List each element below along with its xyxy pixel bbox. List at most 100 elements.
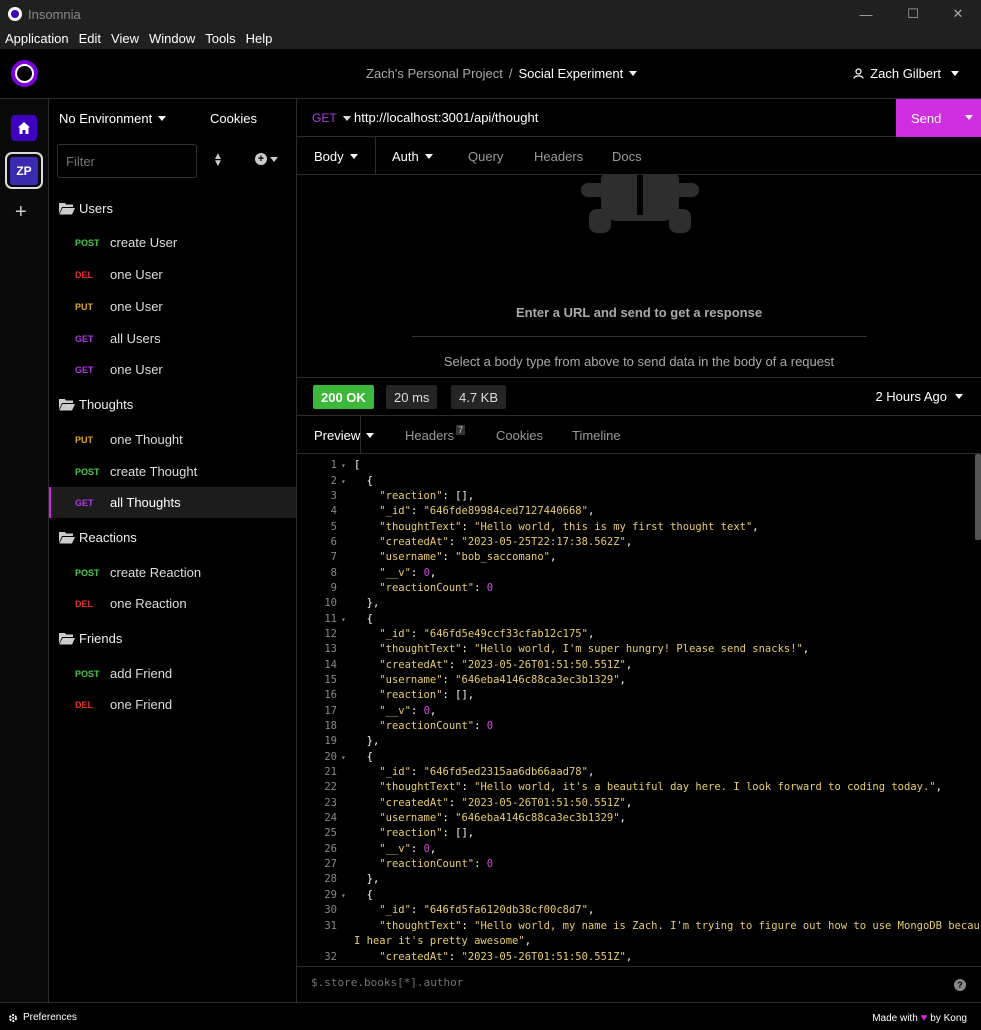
code-token: : [410,904,424,916]
cookies-button[interactable]: Cookies [210,111,257,126]
menu-window[interactable]: Window [144,31,200,46]
insomnia-logo-icon [8,7,22,21]
code-text: "__v": 0, [354,566,436,581]
help-icon[interactable]: ? [954,979,966,991]
home-button[interactable] [11,115,37,141]
user-menu[interactable]: Zach Gilbert [853,66,959,81]
minimize-button[interactable]: — [843,0,889,28]
folder-users[interactable]: Users [59,198,113,218]
tab-headers[interactable]: Headers [534,137,583,175]
response-filter-input[interactable] [311,976,911,989]
tab-preview[interactable]: Preview [296,416,375,454]
menu-tools[interactable]: Tools [200,31,240,46]
fold-toggle-icon[interactable]: ▾ [341,888,346,903]
code-token: "2023-05-25T22:17:38.562Z" [461,536,626,548]
method-badge: POST [75,466,100,477]
request-item[interactable]: POST create Thought [49,456,296,487]
tab-auth[interactable]: Auth [392,137,433,175]
folder-friends[interactable]: Friends [59,628,122,648]
code-token: "reaction" [379,689,443,701]
preferences-button[interactable]: Preferences [8,1012,77,1023]
sort-icon[interactable]: ▲ ▼ [213,152,223,169]
request-item[interactable]: DEL one Friend [49,689,296,720]
tab-query[interactable]: Query [468,137,503,175]
menu-help[interactable]: Help [241,31,278,46]
chevron-down-icon[interactable] [629,71,638,76]
add-org-button[interactable]: + [15,202,27,222]
request-item[interactable]: GET one User [49,354,296,385]
code-token: : [410,567,424,579]
tab-docs[interactable]: Docs [612,137,642,175]
fold-toggle-icon[interactable]: ▾ [341,474,346,489]
code-line: 15 "username": "646eba4146c88ca3ec3b1329… [297,673,981,688]
request-item-active[interactable]: GET all Thoughts [49,487,296,518]
code-text: { [354,750,373,765]
request-item[interactable]: GET all Users [49,323,296,354]
tab-response-cookies[interactable]: Cookies [496,416,543,454]
response-preview[interactable]: 1 ▾[2 ▾ {3 "reaction": [], 4 "_id": "646fde… [297,454,981,966]
request-name: one Reaction [110,596,187,611]
heart-icon: ♥ [920,1012,928,1024]
code-token: , [429,705,437,717]
folder-reactions[interactable]: Reactions [59,527,137,547]
url-input[interactable]: http://localhost:3001/api/thought [354,110,538,125]
code-text: }, [354,734,380,749]
tab-response-headers[interactable]: Headers 7 [405,416,466,454]
code-token: "Hello world, this is my first thought t… [474,521,753,533]
menu-edit[interactable]: Edit [74,31,106,46]
sidebar-filter-input[interactable] [57,144,197,178]
environment-selector[interactable]: No Environment [59,111,167,126]
code-line: 2 ▾ { [297,474,981,489]
request-item[interactable]: POST add Friend [49,658,296,689]
folder-thoughts[interactable]: Thoughts [59,394,133,414]
send-button[interactable]: Send [896,99,981,137]
folder-open-icon [59,398,75,410]
request-item[interactable]: DEL one Reaction [49,588,296,619]
code-line: 22 "thoughtText": "Hello world, it's a b… [297,780,981,795]
code-token: "reactionCount" [379,720,475,732]
code-token: "646eba4146c88ca3ec3b1329" [455,812,620,824]
request-item[interactable]: DEL one User [49,259,296,290]
org-initials: ZP [10,156,38,185]
maximize-button[interactable]: ☐ [890,0,936,28]
create-menu-button[interactable]: + [255,153,278,165]
breadcrumb-workspace[interactable]: Social Experiment [519,66,624,81]
request-item[interactable]: PUT one Thought [49,424,296,455]
code-token: : [461,521,475,533]
code-token: : [474,582,487,594]
menu-application[interactable]: Application [0,31,74,46]
code-token: , [625,659,633,671]
code-token: "createdAt" [379,951,449,963]
tab-body[interactable]: Body [296,137,376,175]
breadcrumb-project[interactable]: Zach's Personal Project [366,66,503,81]
close-button[interactable]: ✕ [935,0,981,28]
code-token: "createdAt" [379,659,449,671]
history-dropdown[interactable]: 2 Hours Ago [875,389,963,404]
code-line: 13 "thoughtText": "Hello world, I'm supe… [297,642,981,657]
made-with-kong[interactable]: Made with ♥ by Kong [872,1012,967,1024]
folder-label: Users [79,200,113,216]
request-item[interactable]: POST create User [49,227,296,258]
insomnia-brand-icon[interactable] [11,60,38,87]
request-item[interactable]: PUT one User [49,291,296,322]
code-token: "_id" [379,766,411,778]
org-button[interactable]: ZP [5,152,43,189]
fold-toggle-icon[interactable]: ▾ [341,612,346,627]
menu-view[interactable]: View [106,31,144,46]
method-selector[interactable]: GET [312,111,351,125]
code-line: 1 ▾ [ [297,458,981,473]
code-line: 19 }, [297,734,981,749]
fold-toggle-icon[interactable]: ▾ [341,750,346,765]
tab-timeline[interactable]: Timeline [572,416,621,454]
code-token: "646fd5e49ccf33cfab12c175" [423,628,588,640]
code-text: "thoughtText": "Hello world, it's a beau… [354,780,942,795]
fold-toggle-icon[interactable]: ▾ [341,458,346,473]
request-item[interactable]: POST create Reaction [49,557,296,588]
code-token: "Hello world, it's a beautiful day here.… [474,781,936,793]
chevron-down-icon[interactable] [965,115,973,120]
method-badge: POST [75,668,100,679]
